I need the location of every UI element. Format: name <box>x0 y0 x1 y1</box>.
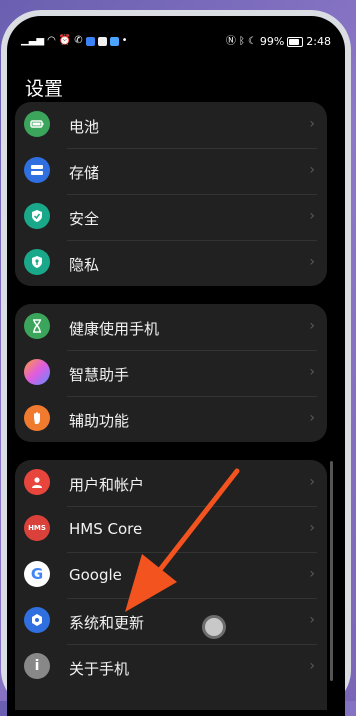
phone-screen: ▁▃▅ ◠ ⏰ ✆ • Ⓝ ᛒ ☾ 99% 2:48 设置 电池 › 存储 › … <box>7 16 345 716</box>
phone-frame: ▁▃▅ ◠ ⏰ ✆ • Ⓝ ᛒ ☾ 99% 2:48 设置 电池 › 存储 › … <box>1 10 351 716</box>
annotation-arrow-icon <box>125 468 240 612</box>
